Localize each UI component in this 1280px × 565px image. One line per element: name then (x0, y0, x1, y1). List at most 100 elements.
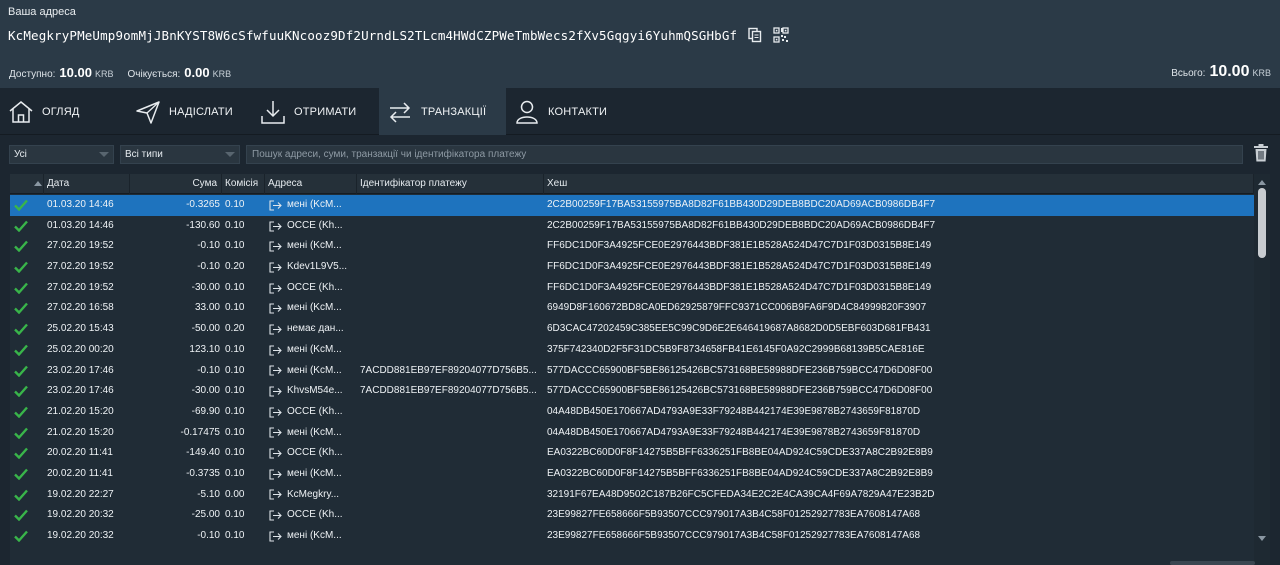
table-row[interactable]: 23.02.20 17:46 -0.10 0.10 мені (KcM... 7ACDD… (10, 361, 1254, 382)
status-cell (14, 319, 32, 340)
tab-transactions-label: ТРАНЗАКЦІЇ (421, 105, 487, 118)
confirmed-check-icon (14, 344, 28, 356)
table-row[interactable]: 25.02.20 00:20 123.10 0.10 мені (KcM... 375F… (10, 340, 1254, 361)
status-cell (14, 236, 32, 257)
available-label: Доступно: (9, 69, 56, 80)
table-row[interactable]: 23.02.20 17:46 -30.00 0.10 KhvsM54e... 7ACDD… (10, 381, 1254, 402)
scroll-down-icon[interactable] (1258, 536, 1266, 541)
fee-cell: 0.10 (225, 302, 245, 314)
address-cell: мені (KcM... (269, 526, 357, 547)
date-filter-select[interactable]: Усі (9, 145, 114, 164)
payment-id-cell (360, 278, 542, 299)
hash-cell: 2C2B00259F17BA53155975BA8D82F61BB430D29D… (547, 199, 936, 210)
address-column-header[interactable]: Адреса (265, 174, 357, 194)
hash-cell: EA0322BC60D0F8F14275B5BFF6336251FB8BE04A… (547, 447, 933, 459)
tab-contacts[interactable]: КОНТАКТИ (508, 88, 638, 135)
address-cell: мені (KcM... (269, 298, 357, 319)
address-text: мені (KcM... (287, 364, 342, 376)
address-text: мені (KcM... (287, 343, 342, 355)
type-filter-select[interactable]: Всі типи (120, 145, 240, 164)
scroll-up-icon[interactable] (1258, 180, 1266, 185)
outgoing-icon (269, 283, 282, 294)
tab-send[interactable]: НАДІСЛАТИ (125, 88, 250, 135)
status-cell (14, 340, 32, 361)
fee-cell: 0.10 (225, 219, 245, 231)
qr-code-icon[interactable] (773, 27, 789, 43)
confirmed-check-icon (14, 282, 28, 294)
table-row[interactable]: 01.03.20 14:46 -130.60 0.10 OCCE (Kh... 2C2B… (10, 216, 1254, 237)
amount-cell: -30.00 (191, 281, 220, 293)
date-cell: 20.02.20 11:41 (47, 447, 113, 459)
hash-cell: FF6DC1D0F3A4925FCE0E2976443BDF381E1B528A… (547, 261, 932, 273)
address-cell: Kdev1L9V5... (269, 257, 357, 278)
vertical-scrollbar[interactable] (1254, 174, 1270, 565)
table-row[interactable]: 25.02.20 15:43 -50.00 0.20 немає дан... 6D3C… (10, 319, 1254, 340)
address-text: мені (KcM... (287, 199, 342, 210)
amount-column-header[interactable]: Сума (130, 174, 222, 194)
payment-id-cell (360, 236, 542, 257)
status-cell (14, 485, 32, 506)
payment-id-cell (360, 298, 542, 319)
transactions-icon (389, 101, 411, 123)
address-cell: OCCE (Kh... (269, 402, 357, 423)
scrollbar-thumb[interactable] (1258, 188, 1266, 258)
table-row[interactable]: 19.02.20 20:32 -25.00 0.10 OCCE (Kh... 23E99… (10, 505, 1254, 526)
table-row[interactable]: 27.02.20 19:52 -0.10 0.10 мені (KcM... FF6DC… (10, 236, 1254, 257)
address-cell: OCCE (Kh... (269, 278, 357, 299)
amount-cell: -0.10 (197, 530, 220, 541)
status-cell (14, 505, 32, 526)
address-cell: KhvsM54e... (269, 381, 357, 402)
fee-cell: 0.10 (225, 467, 245, 479)
date-cell: 25.02.20 15:43 (47, 323, 114, 335)
table-row[interactable]: 21.02.20 15:20 -69.90 0.10 OCCE (Kh... 04A48… (10, 402, 1254, 423)
address-text: OCCE (Kh... (287, 405, 343, 417)
balance-summary: Доступно: 10.00 KRB Очікується: 0.00 KRB (9, 65, 231, 80)
date-column-header[interactable]: Дата (44, 174, 130, 194)
tab-overview[interactable]: ОГЛЯД (0, 88, 120, 135)
address-cell: OCCE (Kh... (269, 443, 357, 464)
hash-cell: 577DACCC65900BF5BE86125426BC573168BE5898… (547, 385, 933, 397)
status-cell (14, 423, 32, 444)
table-row[interactable]: 01.03.20 14:46 -0.3265 0.10 мені (KcM... 2C2… (10, 195, 1254, 216)
amount-cell: -69.90 (191, 405, 220, 417)
fee-cell: 0.10 (225, 364, 245, 376)
fee-column-header[interactable]: Комісія (222, 174, 265, 194)
wallet-address[interactable]: KcMegkryPMeUmp9omMjJBnKYST8W6cSfwfuuKNco… (8, 28, 737, 43)
table-row[interactable]: 19.02.20 20:32 -0.10 0.10 мені (KcM... 23E99… (10, 526, 1254, 547)
table-row[interactable]: 19.02.20 22:27 -5.10 0.00 KcMegkry... 32191F… (10, 485, 1254, 506)
horizontal-scrollbar[interactable] (1170, 561, 1255, 565)
table-row[interactable]: 20.02.20 11:41 -149.40 0.10 OCCE (Kh... EA03… (10, 443, 1254, 464)
amount-cell: -5.10 (197, 488, 220, 500)
tab-receive[interactable]: ОТРИМАТИ (252, 88, 377, 135)
search-input[interactable] (246, 145, 1243, 164)
date-cell: 20.02.20 11:41 (47, 467, 113, 479)
table-row[interactable]: 21.02.20 15:20 -0.17475 0.10 мені (KcM... 04… (10, 423, 1254, 444)
hash-column-header[interactable]: Хеш (544, 174, 1254, 194)
tab-transactions[interactable]: ТРАНЗАКЦІЇ (379, 88, 506, 135)
outgoing-icon (269, 365, 282, 376)
confirmed-check-icon (14, 220, 28, 232)
confirmed-check-icon (14, 468, 28, 480)
amount-cell: -149.40 (186, 447, 220, 459)
fee-cell: 0.10 (225, 199, 245, 210)
payment-id-cell (360, 340, 542, 361)
table-row[interactable]: 27.02.20 19:52 -30.00 0.10 OCCE (Kh... FF6DC… (10, 278, 1254, 299)
status-column-header[interactable] (10, 174, 44, 194)
transactions-table: Дата Сума Комісія Адреса Ідентифікатор п… (10, 174, 1270, 565)
hash-cell: 6D3CAC47202459C385EE5C99C9D6E2E646419687… (547, 323, 931, 335)
table-row[interactable]: 27.02.20 19:52 -0.10 0.20 Kdev1L9V5... FF6DC… (10, 257, 1254, 278)
available-value: 10.00 (59, 65, 92, 80)
payment-id-cell (360, 443, 542, 464)
payment-id-column-header[interactable]: Ідентифікатор платежу (357, 174, 544, 194)
table-row[interactable]: 20.02.20 11:41 -0.3735 0.10 мені (KcM... EA0… (10, 464, 1254, 485)
amount-cell: -30.00 (191, 385, 220, 397)
payment-id-cell (360, 526, 542, 547)
confirmed-check-icon (14, 365, 28, 377)
status-cell (14, 526, 32, 547)
status-cell (14, 216, 32, 237)
outgoing-icon (269, 427, 282, 438)
trash-icon[interactable] (1253, 144, 1269, 162)
address-cell: KcMegkry... (269, 485, 357, 506)
copy-icon[interactable] (747, 27, 763, 43)
table-row[interactable]: 27.02.20 16:58 33.00 0.10 мені (KcM... 6949D… (10, 298, 1254, 319)
